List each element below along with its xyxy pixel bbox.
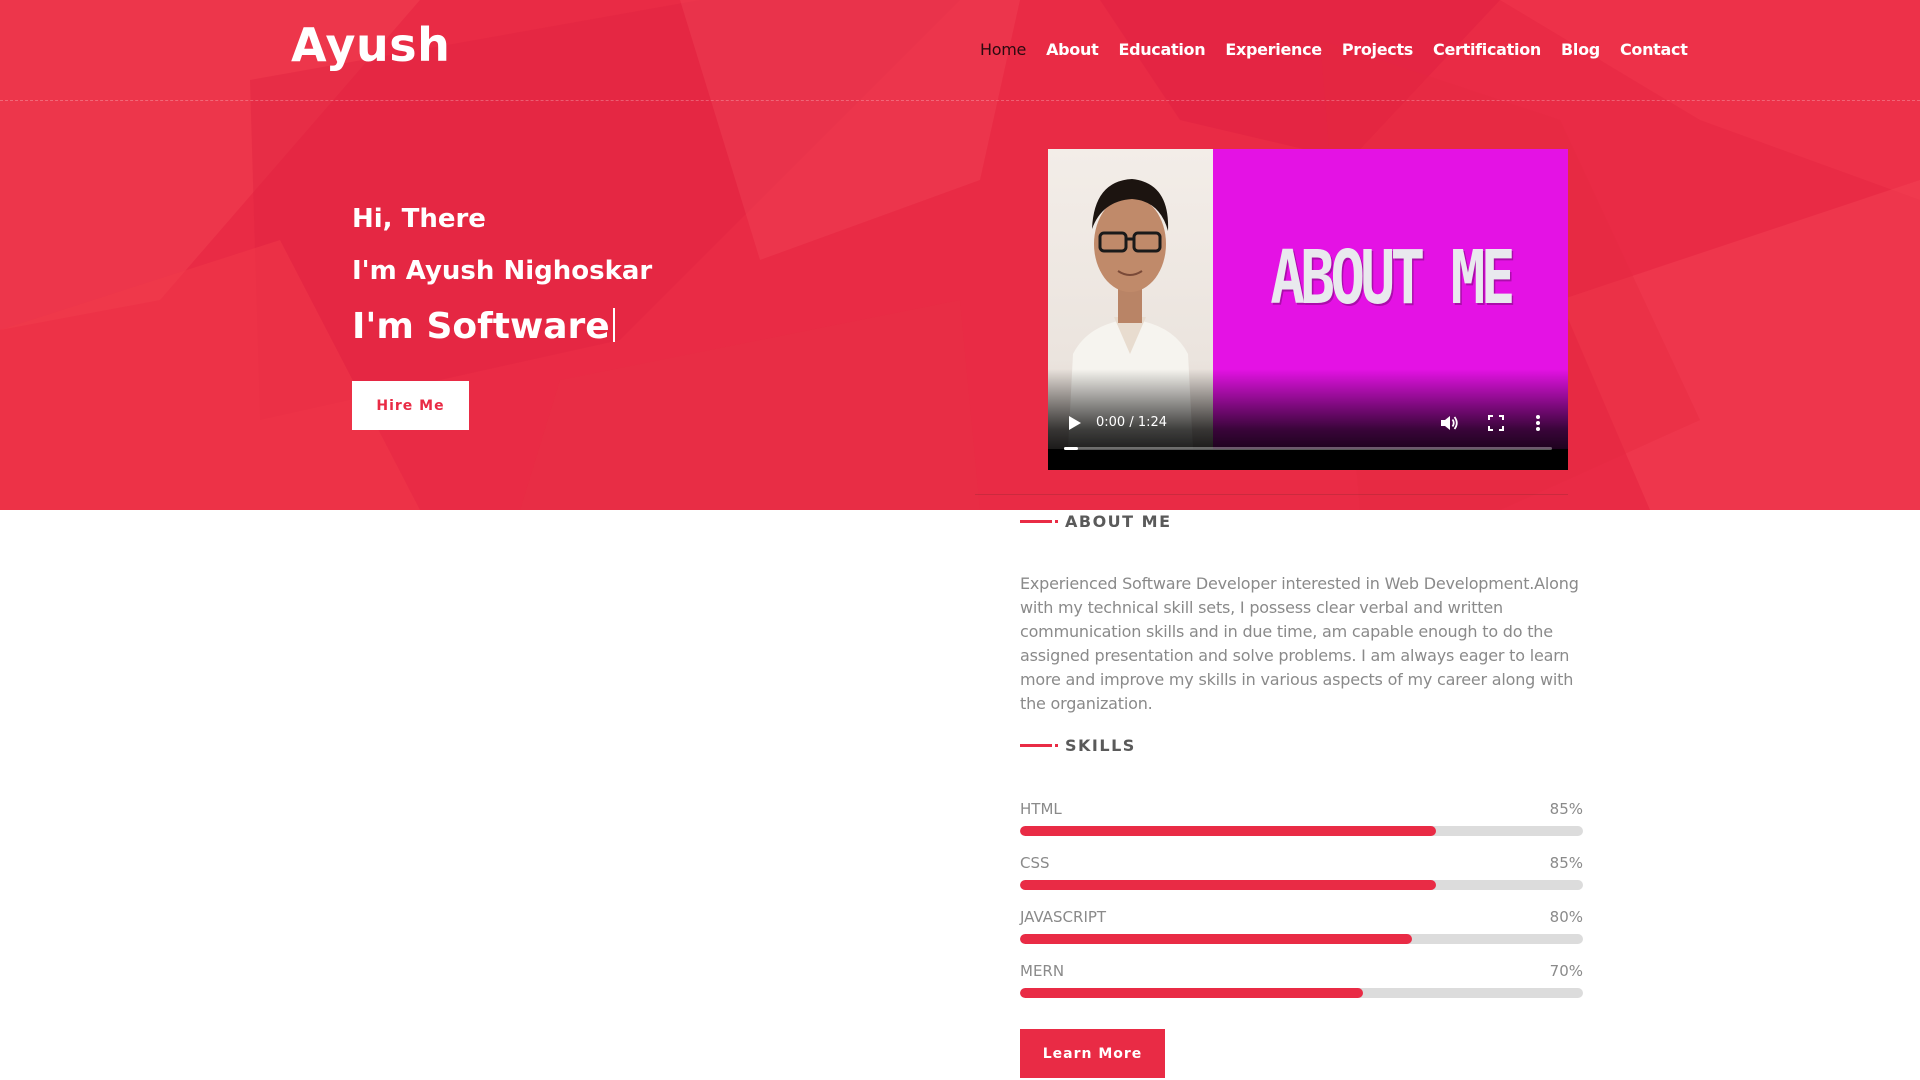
brand-logo[interactable]: Ayush xyxy=(291,18,450,72)
nav-certification[interactable]: Certification xyxy=(1423,40,1551,59)
heading-accent-bar xyxy=(1020,744,1058,747)
nav-education[interactable]: Education xyxy=(1108,40,1215,59)
play-icon[interactable] xyxy=(1064,413,1084,433)
hero-greeting: Hi, There xyxy=(352,204,486,234)
skills-heading: SKILLS xyxy=(1020,736,1136,755)
skill-bar-track xyxy=(1020,826,1583,836)
skill-bar-fill xyxy=(1020,880,1437,890)
video-progress-bar[interactable] xyxy=(1064,447,1552,450)
skill-name: CSS xyxy=(1020,854,1050,872)
nav-about[interactable]: About xyxy=(1036,40,1108,59)
skill-name: HTML xyxy=(1020,800,1062,818)
fullscreen-icon[interactable] xyxy=(1486,413,1506,433)
section-divider xyxy=(975,494,1568,495)
about-video-player[interactable]: ABOUT ME 0:00 / 1:24 xyxy=(1048,149,1568,470)
video-time: 0:00 / 1:24 xyxy=(1096,415,1168,430)
nav-blog[interactable]: Blog xyxy=(1551,40,1610,59)
hero-section xyxy=(0,0,1920,510)
typed-text: I'm Software xyxy=(352,306,610,347)
header-divider xyxy=(0,100,1920,101)
skill-name: JAVASCRIPT xyxy=(1020,908,1107,926)
main-nav: Home About Education Experience Projects… xyxy=(970,40,1698,59)
skill-percent: 85% xyxy=(1549,800,1583,818)
skill-percent: 70% xyxy=(1549,962,1583,980)
skills-heading-text: SKILLS xyxy=(1065,736,1136,755)
hire-me-button[interactable]: Hire Me xyxy=(352,381,469,430)
skill-bar-track xyxy=(1020,988,1583,998)
skill-bar-track xyxy=(1020,880,1583,890)
skill-percent: 80% xyxy=(1549,908,1583,926)
more-options-icon[interactable] xyxy=(1532,412,1544,434)
nav-home[interactable]: Home xyxy=(970,40,1036,59)
nav-contact[interactable]: Contact xyxy=(1610,40,1698,59)
hero-background-shapes xyxy=(0,0,1920,510)
typing-cursor xyxy=(612,308,615,342)
learn-more-button[interactable]: Learn More xyxy=(1020,1029,1165,1078)
video-title-text: ABOUT ME xyxy=(1270,235,1515,321)
nav-projects[interactable]: Projects xyxy=(1332,40,1423,59)
skill-bar-fill xyxy=(1020,988,1363,998)
skill-bar-fill xyxy=(1020,934,1412,944)
skill-bar-fill xyxy=(1020,826,1437,836)
heading-accent-bar xyxy=(1020,520,1058,523)
skill-bar-track xyxy=(1020,934,1583,944)
hero-typing-text: I'm Software xyxy=(352,306,615,347)
skill-percent: 85% xyxy=(1549,854,1583,872)
video-progress-fill xyxy=(1064,447,1078,450)
about-description: Experienced Software Developer intereste… xyxy=(1020,574,1579,713)
skill-name: MERN xyxy=(1020,962,1065,980)
nav-experience[interactable]: Experience xyxy=(1215,40,1332,59)
about-heading-text: ABOUT ME xyxy=(1065,512,1172,531)
volume-icon[interactable] xyxy=(1438,412,1460,434)
about-heading: ABOUT ME xyxy=(1020,512,1172,531)
hero-name: I'm Ayush Nighoskar xyxy=(352,256,653,286)
